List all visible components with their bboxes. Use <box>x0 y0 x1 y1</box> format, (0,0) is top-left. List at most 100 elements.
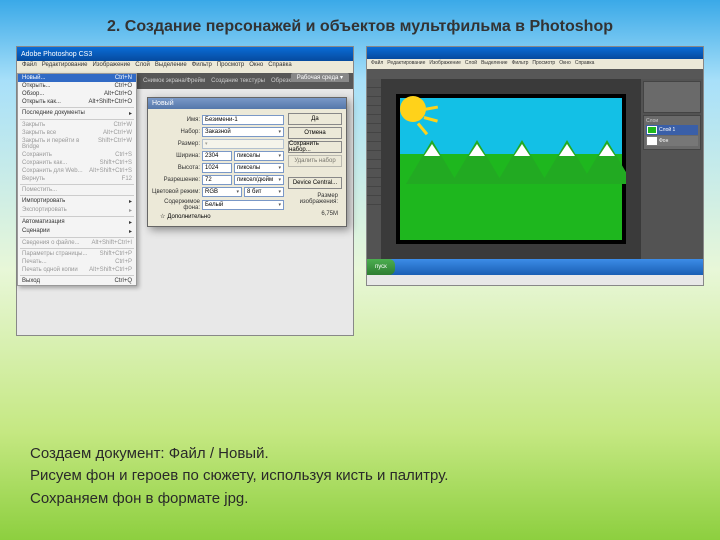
app-titlebar: Adobe Photoshop CS3 <box>17 47 353 61</box>
layers-title: Слои <box>646 118 698 124</box>
s2-options-bar <box>367 69 703 79</box>
tool-eraser-icon[interactable] <box>367 151 381 160</box>
s2-titlebar <box>367 47 703 59</box>
height-unit[interactable]: пикселы <box>234 163 284 173</box>
width-unit[interactable]: пикселы <box>234 151 284 161</box>
windows-taskbar[interactable]: пуск <box>367 259 703 275</box>
menuitem-new[interactable]: Новый...Ctrl+N <box>18 74 136 82</box>
preset-label: Набор: <box>152 129 200 135</box>
s2-menu-edit[interactable]: Редактирование <box>387 60 425 68</box>
image-size-value: 6,75М <box>288 209 342 219</box>
screenshot-canvas: Файл Редактирование Изображение Слой Выд… <box>366 46 704 286</box>
bg-select[interactable]: Белый <box>202 200 284 210</box>
s2-menu-window[interactable]: Окно <box>559 60 571 68</box>
tool-shape-icon[interactable] <box>367 178 381 187</box>
mode-select[interactable]: RGB <box>202 187 242 197</box>
preset-select[interactable]: Заказной <box>202 127 284 137</box>
menuitem-save-as: Сохранить как...Shift+Ctrl+S <box>18 159 136 167</box>
menuitem-import[interactable]: Импортировать▸ <box>18 197 136 206</box>
tool-hand-icon[interactable] <box>367 187 381 196</box>
tool-move-icon[interactable] <box>367 79 381 88</box>
tool-zoom-icon[interactable] <box>367 196 381 205</box>
layer-row-1[interactable]: Слой 1 <box>646 125 698 135</box>
delete-preset-button: Удалить набор <box>288 155 342 167</box>
tool-eyedropper-icon[interactable] <box>367 124 381 133</box>
tool-crop-icon[interactable] <box>367 115 381 124</box>
tool-marquee-icon[interactable] <box>367 88 381 97</box>
res-input[interactable]: 72 <box>202 175 232 185</box>
s2-menu-view[interactable]: Просмотр <box>532 60 555 68</box>
s2-menu-layer[interactable]: Слой <box>465 60 477 68</box>
s2-menu-select[interactable]: Выделение <box>481 60 508 68</box>
menu-view[interactable]: Просмотр <box>217 62 244 72</box>
menuitem-open-as[interactable]: Открыть как...Alt+Shift+Ctrl+O <box>18 98 136 106</box>
dialog-title: Новый <box>148 98 346 109</box>
opt-a[interactable]: Снимок экрана/Фрейм <box>143 78 205 84</box>
menuitem-exit[interactable]: ВыходCtrl+Q <box>18 277 136 285</box>
tool-text-icon[interactable] <box>367 169 381 178</box>
name-input[interactable]: Безимени-1 <box>202 115 284 125</box>
layers-panel[interactable]: Слои Слой 1 Фон <box>643 115 701 150</box>
slide-title: 2. Создание персонажей и объектов мультф… <box>0 0 720 46</box>
menuitem-open[interactable]: Открыть...Ctrl+O <box>18 82 136 90</box>
layer-thumb-icon <box>647 137 657 145</box>
s2-menu-image[interactable]: Изображение <box>429 60 461 68</box>
tool-wand-icon[interactable] <box>367 106 381 115</box>
menuitem-page-setup: Параметры страницы...Shift+Ctrl+P <box>18 250 136 258</box>
depth-select[interactable]: 8 бит <box>244 187 284 197</box>
instruction-line-2: Рисуем фон и героев по сюжету, используя… <box>30 465 690 488</box>
height-label: Высота: <box>152 165 200 171</box>
name-label: Имя: <box>152 117 200 123</box>
menuitem-close-bridge: Закрыть и перейти в BridgeShift+Ctrl+W <box>18 137 136 151</box>
save-preset-button[interactable]: Сохранить набор... <box>288 141 342 153</box>
panels-dock: Слои Слой 1 Фон <box>641 79 703 259</box>
instructions: Создаем документ: Файл / Новый. Рисуем ф… <box>30 443 690 511</box>
width-input[interactable]: 2304 <box>202 151 232 161</box>
s2-menu-file[interactable]: Файл <box>371 60 383 68</box>
menuitem-browse[interactable]: Обзор...Alt+Ctrl+O <box>18 90 136 98</box>
workspace-switcher[interactable]: Рабочая среда ▾ <box>291 73 349 82</box>
menu-select[interactable]: Выделение <box>155 62 187 72</box>
menuitem-print: Печать...Ctrl+P <box>18 258 136 266</box>
opt-b[interactable]: Создание текстуры <box>211 78 265 84</box>
menu-filter[interactable]: Фильтр <box>192 62 212 72</box>
instruction-line-3: Сохраняем фон в формате jpg. <box>30 488 690 511</box>
s2-menubar[interactable]: Файл Редактирование Изображение Слой Выд… <box>367 59 703 69</box>
canvas[interactable] <box>396 94 626 244</box>
instruction-line-1: Создаем документ: Файл / Новый. <box>30 443 690 466</box>
menuitem-print-one: Печать одной копииAlt+Shift+Ctrl+P <box>18 266 136 274</box>
menu-layer[interactable]: Слой <box>135 62 150 72</box>
menubar[interactable]: Файл Редактирование Изображение Слой Выд… <box>17 61 353 73</box>
cancel-button[interactable]: Отмена <box>288 127 342 139</box>
s2-menu-help[interactable]: Справка <box>575 60 595 68</box>
mode-label: Цветовой режим: <box>152 189 200 195</box>
app-title: Adobe Photoshop CS3 <box>21 51 92 58</box>
start-button[interactable]: пуск <box>367 259 395 275</box>
s2-menu-filter[interactable]: Фильтр <box>512 60 529 68</box>
menu-file[interactable]: Файл <box>22 62 37 72</box>
tool-stamp-icon[interactable] <box>367 142 381 151</box>
layer-thumb-icon <box>647 126 657 134</box>
res-unit[interactable]: пиксел/дюйм <box>234 175 284 185</box>
menuitem-scripts[interactable]: Сценарии▸ <box>18 227 136 236</box>
tool-palette[interactable] <box>367 79 381 259</box>
layer-row-bg[interactable]: Фон <box>646 136 698 146</box>
tool-lasso-icon[interactable] <box>367 97 381 106</box>
new-document-dialog: Новый Имя:Безимени-1 Набор:Заказной Разм… <box>147 97 347 227</box>
advanced-toggle[interactable]: Дополнительно <box>167 214 210 220</box>
tool-brush-icon[interactable] <box>367 133 381 142</box>
ok-button[interactable]: Да <box>288 113 342 125</box>
menu-window[interactable]: Окно <box>249 62 263 72</box>
menu-help[interactable]: Справка <box>268 62 292 72</box>
navigator-panel[interactable] <box>643 81 701 113</box>
menuitem-automate[interactable]: Автоматизация▸ <box>18 218 136 227</box>
device-central-button[interactable]: Device Central... <box>288 177 342 189</box>
menuitem-close: ЗакрытьCtrl+W <box>18 121 136 129</box>
height-input[interactable]: 1024 <box>202 163 232 173</box>
screenshots-row: Adobe Photoshop CS3 Файл Редактирование … <box>0 46 720 336</box>
tool-gradient-icon[interactable] <box>367 160 381 169</box>
width-label: Ширина: <box>152 153 200 159</box>
menu-image[interactable]: Изображение <box>92 62 130 72</box>
menuitem-recent[interactable]: Последние документы▸ <box>18 109 136 118</box>
menu-edit[interactable]: Редактирование <box>42 62 88 72</box>
